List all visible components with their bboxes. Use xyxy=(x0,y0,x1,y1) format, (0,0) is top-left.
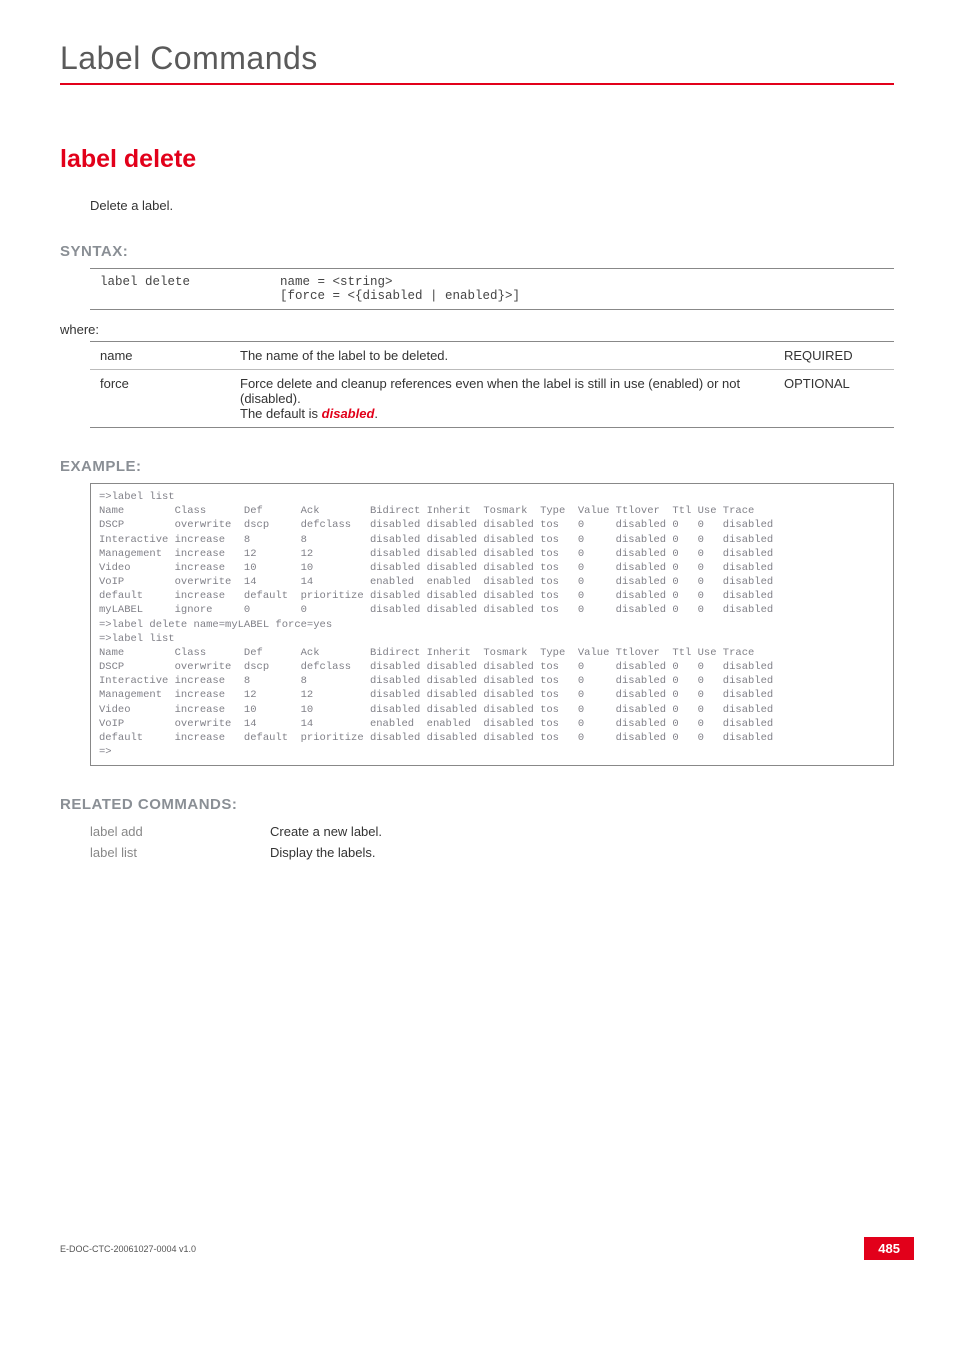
table-row: label add Create a new label. xyxy=(90,821,382,842)
command-description: Delete a label. xyxy=(90,198,894,213)
where-label: where: xyxy=(60,322,894,337)
syntax-args: name = <string> [force = <{disabled | en… xyxy=(270,269,894,310)
page-footer: E-DOC-CTC-20061027-0004 v1.0 485 xyxy=(60,1237,914,1260)
param-required: OPTIONAL xyxy=(774,370,894,428)
example-heading: EXAMPLE: xyxy=(60,458,894,475)
param-required: REQUIRED xyxy=(774,342,894,370)
syntax-heading: SYNTAX: xyxy=(60,243,894,260)
table-row: label list Display the labels. xyxy=(90,842,382,863)
command-title: label delete xyxy=(60,145,894,174)
param-desc: The name of the label to be deleted. xyxy=(230,342,774,370)
param-default-keyword: disabled xyxy=(322,406,375,421)
document-id: E-DOC-CTC-20061027-0004 v1.0 xyxy=(60,1244,196,1254)
example-output: =>label list Name Class Def Ack Bidirect… xyxy=(90,483,894,766)
param-name: name xyxy=(90,342,230,370)
page-number: 485 xyxy=(864,1237,914,1260)
param-desc-post: . xyxy=(374,406,378,421)
related-command[interactable]: label add xyxy=(90,821,270,842)
param-name: force xyxy=(90,370,230,428)
chapter-header: Label Commands xyxy=(60,40,894,85)
syntax-table: label delete name = <string> [force = <{… xyxy=(90,268,894,310)
syntax-command: label delete xyxy=(90,269,270,310)
param-desc: Force delete and cleanup references even… xyxy=(230,370,774,428)
related-desc: Display the labels. xyxy=(270,842,382,863)
related-desc: Create a new label. xyxy=(270,821,382,842)
chapter-title: Label Commands xyxy=(60,40,894,77)
related-command[interactable]: label list xyxy=(90,842,270,863)
table-row: force Force delete and cleanup reference… xyxy=(90,370,894,428)
parameter-table: name The name of the label to be deleted… xyxy=(90,341,894,428)
table-row: name The name of the label to be deleted… xyxy=(90,342,894,370)
related-heading: RELATED COMMANDS: xyxy=(60,796,894,813)
related-commands-table: label add Create a new label. label list… xyxy=(90,821,382,863)
param-desc-text: Force delete and cleanup references even… xyxy=(240,376,740,421)
